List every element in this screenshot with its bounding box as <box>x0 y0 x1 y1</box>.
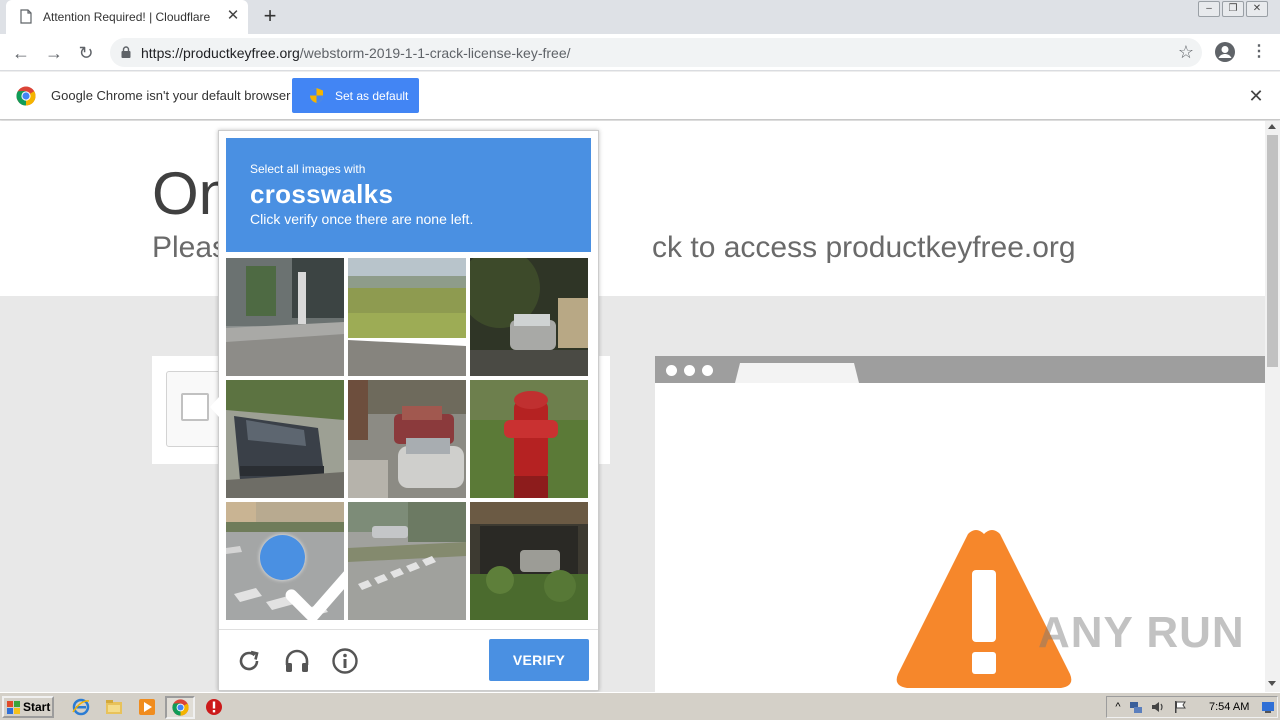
close-window-icon[interactable]: ✕ <box>1246 1 1268 17</box>
new-tab-button[interactable]: + <box>257 4 283 30</box>
verify-button[interactable]: VERIFY <box>489 639 589 681</box>
file-explorer-icon[interactable] <box>105 698 123 716</box>
instruction-line1: Select all images with <box>250 162 366 176</box>
reload-icon[interactable]: ↻ <box>74 41 98 65</box>
clock: 7:54 AM <box>1209 701 1250 713</box>
image-tile-sedan-shadow[interactable] <box>226 380 344 498</box>
tile-image <box>226 380 344 498</box>
info-icon[interactable] <box>331 647 359 675</box>
window-controls: – ❐ ✕ <box>1198 1 1268 17</box>
tile-image <box>470 258 588 376</box>
tile-image <box>348 258 466 376</box>
scroll-down-arrow-icon[interactable] <box>1268 681 1276 686</box>
restore-icon[interactable]: ❐ <box>1222 1 1244 17</box>
start-button[interactable]: Start <box>2 696 54 718</box>
scrollbar-thumb[interactable] <box>1267 135 1278 367</box>
image-tile-parked-car-dark[interactable] <box>470 258 588 376</box>
bookmark-star-icon[interactable]: ☆ <box>1178 42 1194 63</box>
profile-icon[interactable] <box>1214 41 1236 63</box>
image-tile-crosswalk-2[interactable] <box>348 502 466 620</box>
tab-strip: Attention Required! | Cloudflare ✕ + – ❐… <box>0 0 1280 34</box>
page-scrollbar[interactable] <box>1265 121 1280 692</box>
page-icon <box>20 9 32 24</box>
action-center-flag-icon[interactable] <box>1173 700 1187 714</box>
challenge-footer: VERIFY <box>219 629 598 691</box>
tile-image <box>226 258 344 376</box>
selected-check-icon <box>260 535 344 620</box>
url-host: https://productkeyfree.org <box>141 45 300 61</box>
media-player-icon[interactable] <box>138 698 156 716</box>
show-desktop-icon[interactable] <box>1261 700 1275 714</box>
chrome-taskbar-button[interactable] <box>165 696 195 719</box>
browser-toolbar: ← → ↻ https://productkeyfree.org/webstor… <box>0 34 1280 71</box>
instruction-line3: Click verify once there are none left. <box>250 211 474 227</box>
uac-shield-icon <box>310 88 323 103</box>
image-tile-cars-street[interactable] <box>348 380 466 498</box>
default-browser-infobar: Google Chrome isn't your default browser… <box>0 72 1280 120</box>
address-bar[interactable]: https://productkeyfree.org/webstorm-2019… <box>110 38 1202 67</box>
windows-flag-icon <box>7 701 20 714</box>
cloudflare-header: On Pleas ck to access productkeyfree.org <box>0 121 1265 296</box>
system-tray: ^ 7:54 AM <box>1106 696 1278 718</box>
image-tile-garage-car[interactable] <box>470 502 588 620</box>
recaptcha-challenge: Select all images with crosswalks Click … <box>210 130 599 691</box>
set-as-default-button[interactable]: Set as default <box>292 78 419 113</box>
url-text: https://productkeyfree.org/webstorm-2019… <box>141 45 571 61</box>
volume-icon[interactable] <box>1151 700 1165 714</box>
start-label: Start <box>23 700 51 714</box>
illustration-dot <box>666 365 677 376</box>
url-path: /webstorm-2019-1-1-crack-license-key-fre… <box>299 45 571 61</box>
image-tile-building-sidewalk[interactable] <box>226 258 344 376</box>
image-grid <box>226 258 591 622</box>
reload-challenge-icon[interactable] <box>235 647 263 675</box>
browser-tab[interactable]: Attention Required! | Cloudflare ✕ <box>6 0 248 34</box>
image-tile-crosswalk-1[interactable] <box>226 502 344 620</box>
tile-image <box>470 380 588 498</box>
minimize-icon[interactable]: – <box>1198 1 1220 17</box>
tile-image <box>348 380 466 498</box>
instruction-keyword: crosswalks <box>250 179 394 209</box>
back-icon[interactable]: ← <box>9 41 33 65</box>
audio-challenge-icon[interactable] <box>283 647 311 675</box>
infobar-message: Google Chrome isn't your default browser <box>51 88 291 103</box>
set-as-default-label: Set as default <box>335 89 409 103</box>
close-tab-icon[interactable]: ✕ <box>225 8 241 24</box>
windows-taskbar: Start ^ 7:54 AM <box>0 692 1280 720</box>
subheading-left: Pleas <box>152 231 228 264</box>
challenge-pointer <box>210 397 219 417</box>
illustration-tab <box>735 363 859 383</box>
lock-icon <box>121 46 131 58</box>
tray-expand-icon[interactable]: ^ <box>1111 700 1125 714</box>
subheading-right: ck to access productkeyfree.org <box>652 231 1076 264</box>
page-viewport: On Pleas ck to access productkeyfree.org … <box>0 121 1265 692</box>
chrome-logo-icon <box>16 86 36 106</box>
forward-icon[interactable]: → <box>42 41 66 65</box>
image-tile-fire-hydrant[interactable] <box>470 380 588 498</box>
chrome-menu-icon[interactable]: ⋮ <box>1249 41 1269 63</box>
tab-title: Attention Required! | Cloudflare <box>43 10 211 24</box>
close-infobar-icon[interactable]: ✕ <box>1246 86 1266 106</box>
stop-icon[interactable] <box>205 698 223 716</box>
captcha-checkbox[interactable] <box>181 393 209 421</box>
chrome-taskbar-icon <box>172 699 189 716</box>
illustration-dot <box>684 365 695 376</box>
anyrun-watermark: ANY RUN <box>1038 608 1245 657</box>
image-tile-grass-field[interactable] <box>348 258 466 376</box>
challenge-instructions: Select all images with crosswalks Click … <box>226 138 591 252</box>
tile-image <box>348 502 466 620</box>
scroll-up-arrow-icon[interactable] <box>1268 124 1276 129</box>
network-icon[interactable] <box>1129 700 1143 714</box>
tile-image <box>470 502 588 620</box>
internet-explorer-icon[interactable] <box>72 698 90 716</box>
illustration-dot <box>702 365 713 376</box>
